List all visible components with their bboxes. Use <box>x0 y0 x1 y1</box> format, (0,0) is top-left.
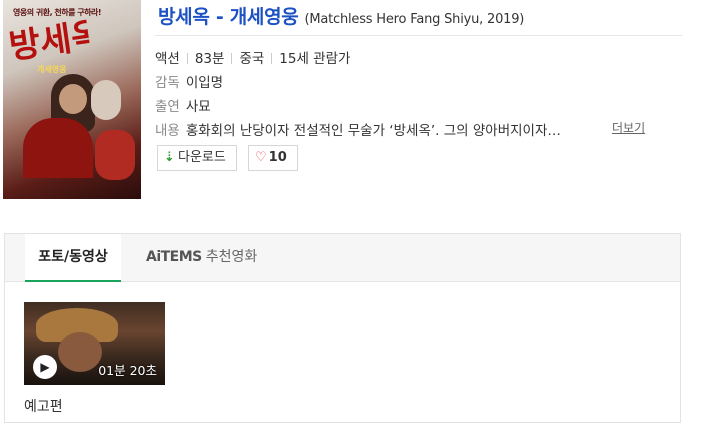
cast-row: 출연 사묘 <box>155 95 211 115</box>
media-panel: 포토/동영상 AiTEMS 추천영화 ▶ 01분 20초 예고편 <box>4 233 681 423</box>
like-count: 10 <box>268 150 287 165</box>
country: 중국 <box>239 51 265 67</box>
download-button[interactable]: ⇣ 다운로드 <box>157 145 237 171</box>
genre: 액션 <box>155 51 180 67</box>
poster-figure <box>91 80 121 120</box>
trailer-thumbnail[interactable]: ▶ 01분 20초 <box>24 302 165 385</box>
download-icon: ⇣ <box>164 150 175 165</box>
poster-title-art: 방세옥 <box>6 18 92 66</box>
movie-poster[interactable]: 영웅의 귀환, 천하를 구하라! 방세옥 개세영웅 <box>3 0 141 199</box>
tab-photo-video[interactable]: 포토/동영상 <box>25 234 121 282</box>
meta-separator <box>186 53 188 64</box>
movie-title[interactable]: 방세옥 - 개세영웅 <box>158 6 299 28</box>
description-row: 내용 홍화회의 난당이자 전설적인 무술가 ‘방세옥’. 그의 양아버지이자… <box>155 119 561 139</box>
aitems-logo: AiTEMS <box>146 249 202 265</box>
tab-recommended-movies[interactable]: AiTEMS 추천영화 <box>146 234 257 281</box>
thumbnail-figure-face <box>58 332 102 372</box>
like-button[interactable]: ♡ 10 <box>248 145 298 171</box>
movie-title-en: (Matchless Hero Fang Shiyu, 2019) <box>304 12 525 27</box>
poster-figure <box>95 130 135 180</box>
play-icon[interactable]: ▶ <box>33 355 57 379</box>
movie-meta: 액션 83분 중국 15세 관람가 <box>155 47 351 67</box>
director-row: 감독 이입명 <box>155 71 224 91</box>
poster-subtitle-art: 개세영웅 <box>37 65 67 74</box>
age-rating: 15세 관람가 <box>279 51 351 67</box>
description-text: 홍화회의 난당이자 전설적인 무술가 ‘방세옥’. 그의 양아버지이자… <box>185 123 561 139</box>
runtime: 83분 <box>194 51 225 67</box>
director-name: 이입명 <box>185 75 224 91</box>
cast-name: 사묘 <box>185 99 211 115</box>
title-divider <box>155 35 682 36</box>
tab-bar: 포토/동영상 AiTEMS 추천영화 <box>5 234 680 282</box>
poster-figure <box>23 118 93 178</box>
tab-label: 추천영화 <box>205 249 258 265</box>
meta-separator <box>271 53 273 64</box>
description-label: 내용 <box>155 123 180 139</box>
video-caption[interactable]: 예고편 <box>24 396 63 416</box>
tab-label: 포토/동영상 <box>38 249 108 265</box>
heart-icon: ♡ <box>255 150 267 165</box>
cast-label: 출연 <box>155 99 180 115</box>
poster-face <box>59 84 87 114</box>
meta-separator <box>231 53 233 64</box>
video-duration: 01분 20초 <box>98 363 157 378</box>
movie-title-row: 방세옥 - 개세영웅 (Matchless Hero Fang Shiyu, 20… <box>158 2 683 32</box>
director-label: 감독 <box>155 75 180 91</box>
poster-tagline: 영웅의 귀환, 천하를 구하라! <box>13 8 102 17</box>
more-link[interactable]: 더보기 <box>612 119 645 136</box>
download-label: 다운로드 <box>178 150 226 165</box>
